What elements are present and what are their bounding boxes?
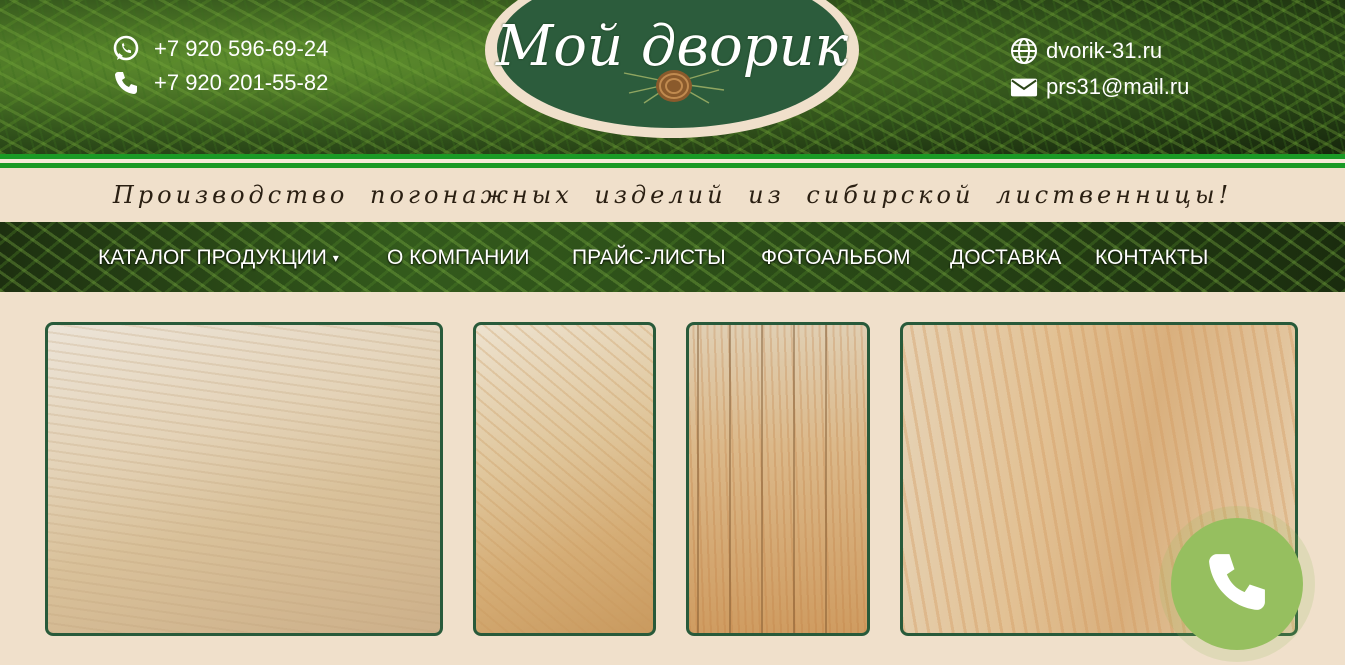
whatsapp-contact[interactable]: +7 920 596-69-24 — [112, 32, 328, 66]
globe-icon — [1010, 37, 1038, 65]
phone-contact[interactable]: +7 920 201-55-82 — [112, 66, 328, 100]
logo[interactable]: Мой дворик — [484, 0, 860, 138]
product-photo-boards[interactable] — [45, 322, 443, 636]
nav-about[interactable]: О КОМПАНИИ — [387, 246, 529, 270]
contacts-left: +7 920 596-69-24 +7 920 201-55-82 — [112, 32, 328, 100]
product-photo-planks[interactable] — [473, 322, 656, 636]
caret-down-icon: ▾ — [332, 251, 339, 266]
slogan-strip: Производство погонажных изделий из сибир… — [0, 168, 1345, 222]
nav-prices[interactable]: ПРАЙС-ЛИСТЫ — [572, 246, 726, 270]
email-contact[interactable]: prs31@mail.ru — [1010, 69, 1189, 105]
nav-contacts[interactable]: КОНТАКТЫ — [1095, 246, 1208, 270]
nav-photo-album[interactable]: ФОТОАЛЬБОМ — [761, 246, 910, 270]
email-link[interactable]: prs31@mail.ru — [1046, 74, 1189, 100]
phone-icon — [112, 69, 140, 97]
call-button[interactable] — [1171, 518, 1303, 650]
call-icon — [1204, 549, 1270, 620]
nav-delivery[interactable]: ДОСТАВКА — [950, 246, 1061, 270]
nav-catalog-label: КАТАЛОГ ПРОДУКЦИИ — [98, 246, 327, 269]
product-photo-pickets[interactable] — [686, 322, 870, 636]
website-link[interactable]: dvorik-31.ru — [1046, 38, 1162, 64]
contacts-right: dvorik-31.ru prs31@mail.ru — [1010, 33, 1189, 105]
email-icon — [1010, 73, 1038, 101]
nav-catalog[interactable]: КАТАЛОГ ПРОДУКЦИИ ▾ — [98, 246, 339, 270]
whatsapp-icon — [112, 35, 140, 63]
phone-2[interactable]: +7 920 201-55-82 — [154, 70, 328, 96]
website-contact[interactable]: dvorik-31.ru — [1010, 33, 1189, 69]
phone-1[interactable]: +7 920 596-69-24 — [154, 36, 328, 62]
slogan: Производство погонажных изделий из сибир… — [112, 181, 1233, 209]
main-nav: КАТАЛОГ ПРОДУКЦИИ ▾ О КОМПАНИИ ПРАЙС-ЛИСТ… — [0, 222, 1345, 292]
logo-title[interactable]: Мой дворик — [484, 14, 860, 79]
